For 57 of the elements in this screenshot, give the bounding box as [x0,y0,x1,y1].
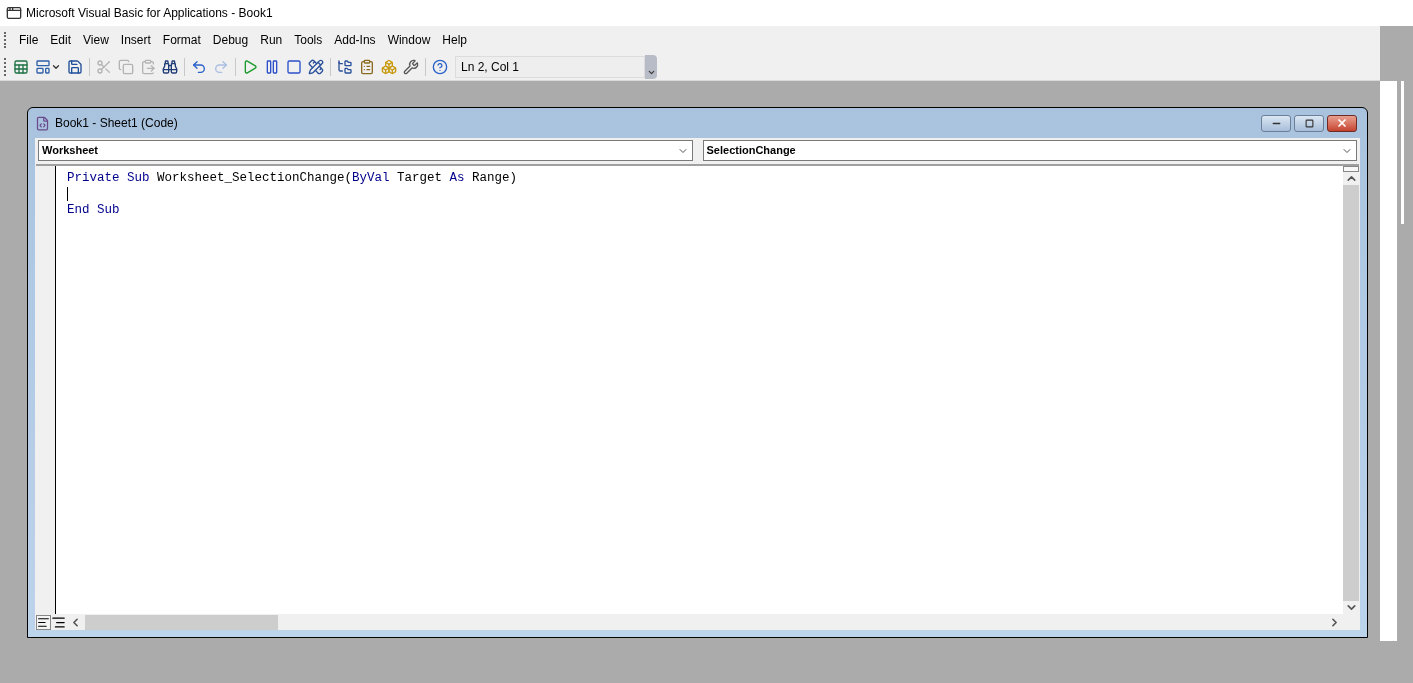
full-module-view-icon[interactable] [51,614,66,630]
save-icon [67,59,83,75]
menu-item[interactable]: Insert [114,29,157,51]
window-title: Microsoft Visual Basic for Applications - Book1 [26,5,273,22]
code-text: Range) [471,171,518,185]
menu-item[interactable]: Tools [288,29,329,51]
restore-icon [1304,118,1314,128]
menu-item[interactable]: View [77,29,115,51]
undo-icon [191,59,207,75]
caret-icon [51,62,61,72]
paste-icon [140,59,156,75]
cut-icon [96,59,112,75]
cursor-position: Ln 2, Col 1 [461,59,520,76]
redo-icon [213,59,229,75]
overflow-icon[interactable] [646,68,656,77]
ruler-pencil-icon [308,59,324,75]
form-icon [35,59,51,75]
wrench-icon [403,59,419,75]
code-keyword: End Sub [67,203,120,217]
code-keyword: ByVal [352,171,390,185]
code-module-icon [35,115,50,131]
horizontal-scroll-thumb[interactable] [85,614,278,630]
restore-button[interactable] [1294,114,1324,132]
play-icon [242,59,258,75]
close-icon [1336,117,1348,129]
menu-item[interactable]: Debug [206,29,255,51]
menu-item[interactable]: Edit [44,29,78,51]
code-text: Target [396,171,444,185]
menu-item[interactable]: Run [254,29,289,51]
code-window-title: Book1 - Sheet1 (Code) [55,115,179,132]
code-keyword: As [449,171,465,185]
code-keyword: Private Sub [67,171,150,185]
menu-item[interactable]: Window [381,29,437,51]
code-editor[interactable]: Private Sub Worksheet_SelectionChange(ByVal Target As Range) End Sub [56,166,1343,614]
pause-icon [264,59,280,75]
minimize-button[interactable] [1261,114,1291,132]
list-icon [359,59,375,75]
menu-item[interactable]: File [13,29,45,51]
menu-item[interactable]: Format [156,29,207,51]
text-cursor [67,186,68,201]
procedure-view-icon[interactable] [36,614,51,630]
boxes-icon [381,59,397,75]
app-icon [6,5,22,21]
find-icon [162,59,178,75]
procedure-dropdown[interactable]: SelectionChange [702,140,1357,161]
menu-item[interactable]: Help [436,29,473,51]
stop-icon [286,59,302,75]
tree-icon [337,59,353,75]
spreadsheet-icon [13,59,29,75]
vertical-scroll-thumb[interactable] [1343,185,1359,601]
object-dropdown[interactable]: Worksheet [38,140,693,161]
split-bar[interactable] [1343,166,1359,172]
menu-item[interactable]: Add-Ins [328,29,382,51]
code-text: Worksheet_SelectionChange( [156,171,353,185]
help-icon [432,59,448,75]
close-button[interactable] [1327,114,1357,132]
copy-icon [118,59,134,75]
